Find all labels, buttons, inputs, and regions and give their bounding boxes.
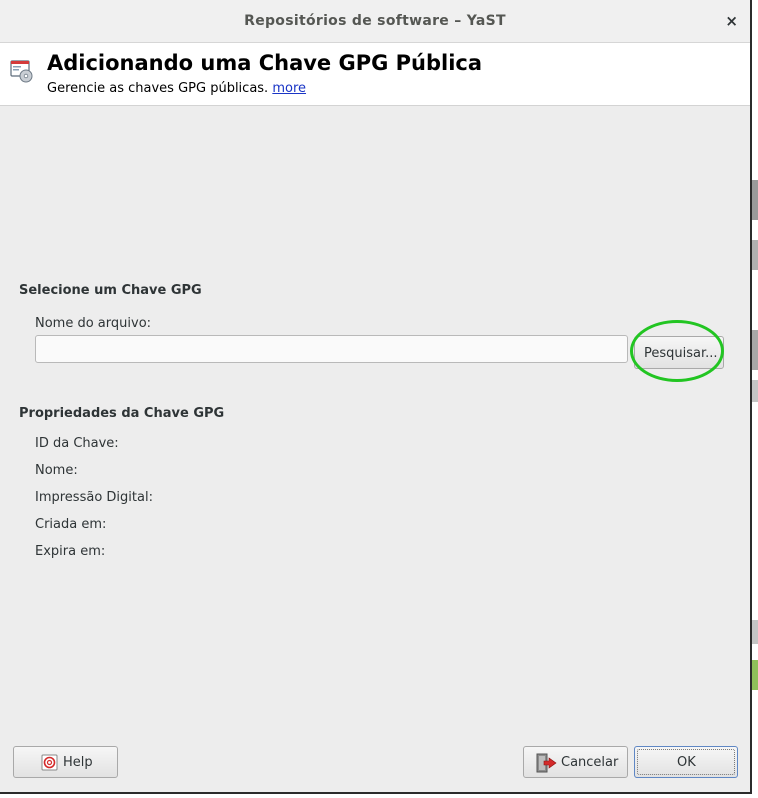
background-fragment — [752, 380, 758, 402]
help-button[interactable]: Help — [13, 746, 118, 778]
page-subtitle: Gerencie as chaves GPG públicas. more — [47, 81, 306, 96]
key-properties-heading: Propriedades da Chave GPG — [19, 406, 225, 421]
key-id-label: ID da Chave: — [35, 436, 119, 451]
created-label: Criada em: — [35, 517, 107, 532]
exit-door-icon — [536, 753, 557, 773]
fingerprint-label: Impressão Digital: — [35, 490, 153, 505]
background-fragment — [752, 620, 758, 644]
window-title: Repositórios de software – YaST — [244, 13, 506, 29]
dialog-header: Adicionando uma Chave GPG Pública Gerenc… — [0, 43, 750, 106]
background-fragment — [752, 240, 758, 270]
browse-button-label: Pesquisar... — [644, 346, 718, 361]
browse-button[interactable]: Pesquisar... — [634, 336, 724, 369]
filename-input[interactable] — [35, 335, 628, 363]
close-icon[interactable]: × — [725, 12, 738, 30]
key-name-label: Nome: — [35, 463, 78, 478]
help-icon — [41, 754, 58, 771]
background-fragment — [752, 330, 758, 370]
software-repositories-icon — [10, 60, 33, 83]
background-fragment — [752, 180, 758, 220]
titlebar[interactable]: Repositórios de software – YaST × — [0, 0, 750, 43]
ok-button-label: OK — [677, 755, 696, 770]
subtitle-text: Gerencie as chaves GPG públicas. — [47, 81, 269, 96]
ok-button[interactable]: OK — [634, 746, 738, 778]
select-key-heading: Selecione um Chave GPG — [19, 283, 202, 298]
background-window-edge — [752, 0, 758, 798]
cancel-button-label: Cancelar — [561, 755, 619, 770]
page-title: Adicionando uma Chave GPG Pública — [47, 51, 483, 75]
yast-dialog-window: Repositórios de software – YaST × Adicio… — [0, 0, 752, 794]
help-button-label: Help — [63, 755, 93, 770]
background-fragment — [752, 660, 758, 690]
filename-label: Nome do arquivo: — [35, 316, 152, 331]
cancel-button[interactable]: Cancelar — [523, 746, 628, 778]
expires-label: Expira em: — [35, 544, 106, 559]
more-link[interactable]: more — [272, 81, 306, 96]
